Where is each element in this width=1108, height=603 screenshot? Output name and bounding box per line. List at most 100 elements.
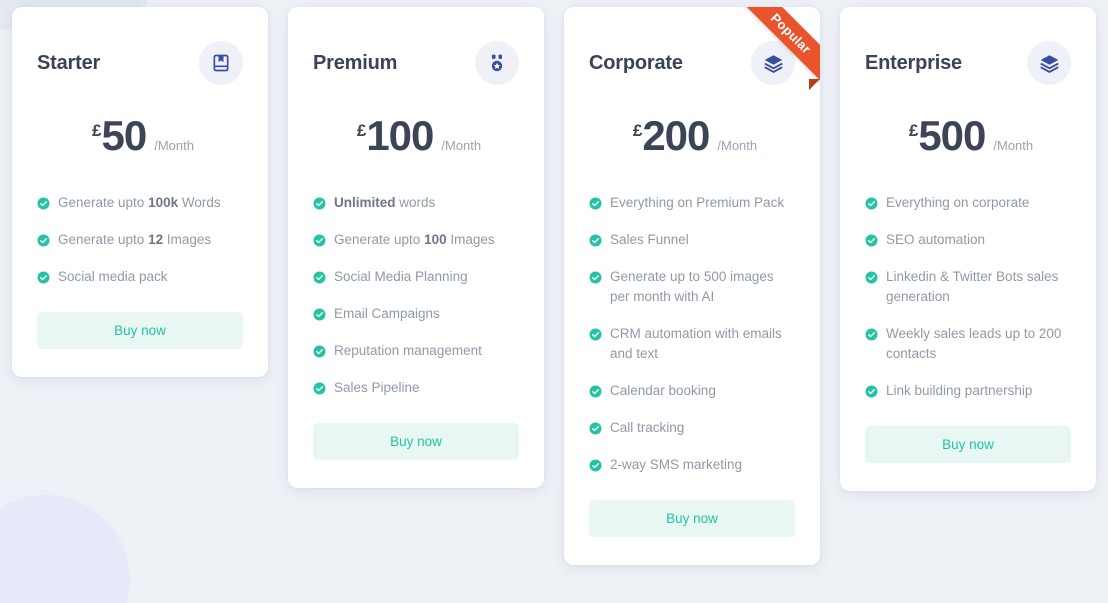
feature-item: Calendar booking bbox=[589, 381, 795, 401]
buy-now-button[interactable]: Buy now bbox=[865, 425, 1071, 463]
feature-item: Generate up to 500 images per month with… bbox=[589, 267, 795, 307]
check-circle-icon bbox=[865, 384, 878, 398]
feature-lead: Sales Funnel bbox=[610, 231, 689, 247]
feature-list: Everything on corporate SEO automation Lin… bbox=[865, 193, 1071, 401]
check-circle-icon bbox=[37, 233, 50, 247]
pricing-plans-row: Starter £50/Month Generate upto 100k Words… bbox=[0, 0, 1108, 603]
feature-lead: Calendar booking bbox=[610, 382, 716, 398]
check-circle-icon bbox=[313, 307, 326, 321]
buy-now-button[interactable]: Buy now bbox=[313, 422, 519, 460]
feature-text: Reputation management bbox=[334, 341, 482, 361]
price-period: /Month bbox=[993, 138, 1034, 153]
feature-text: Call tracking bbox=[610, 418, 684, 438]
card-header: Premium bbox=[313, 41, 519, 85]
check-circle-icon bbox=[589, 384, 602, 398]
price-row: £500/Month bbox=[865, 115, 1071, 157]
feature-lead: Everything on corporate bbox=[886, 195, 1030, 210]
price-row: £100/Month bbox=[313, 115, 519, 157]
feature-item: Everything on Premium Pack bbox=[589, 193, 795, 213]
feature-item: Generate upto 100k Words bbox=[37, 193, 243, 213]
layers-icon bbox=[1027, 41, 1071, 85]
pricing-card-starter: Starter £50/Month Generate upto 100k Words… bbox=[12, 7, 268, 377]
currency-symbol: £ bbox=[356, 121, 367, 140]
check-circle-icon bbox=[313, 381, 326, 395]
currency-symbol: £ bbox=[92, 121, 102, 140]
buy-now-button[interactable]: Buy now bbox=[589, 499, 795, 537]
feature-item: CRM automation with emails and text bbox=[589, 324, 795, 364]
price-row: £50/Month bbox=[37, 115, 243, 157]
feature-lead: Reputation management bbox=[334, 342, 482, 358]
feature-highlight: 12 bbox=[148, 231, 164, 247]
card-header: Starter bbox=[37, 41, 243, 85]
feature-tail: Images bbox=[163, 231, 212, 247]
feature-item: Generate upto 12 Images bbox=[37, 230, 243, 250]
feature-text: Everything on Premium Pack bbox=[610, 193, 784, 213]
check-circle-icon bbox=[37, 270, 50, 284]
feature-tail: Words bbox=[178, 195, 221, 210]
feature-text: Generate upto 100k Words bbox=[58, 193, 221, 213]
price-amount: 200 bbox=[642, 112, 710, 159]
price-period: /Month bbox=[154, 138, 194, 153]
pricing-card-premium: Premium £100/Month Unlimited words Generate… bbox=[288, 7, 544, 488]
currency-symbol: £ bbox=[908, 121, 919, 140]
feature-text: Sales Funnel bbox=[610, 230, 689, 250]
feature-item: Linkedin & Twitter Bots sales generation bbox=[865, 267, 1071, 307]
pricing-card-enterprise: Enterprise £500/Month Everything on corpor… bbox=[840, 7, 1096, 491]
feature-item: SEO automation bbox=[865, 230, 1071, 250]
feature-text: Everything on corporate bbox=[886, 193, 1029, 213]
feature-text: CRM automation with emails and text bbox=[610, 324, 795, 364]
price-row: £200/Month bbox=[589, 115, 795, 157]
feature-highlight: 100 bbox=[424, 231, 447, 247]
feature-text: Email Campaigns bbox=[334, 304, 440, 324]
price-amount: 100 bbox=[366, 112, 434, 159]
feature-item: Reputation management bbox=[313, 341, 519, 361]
feature-lead: Email Campaigns bbox=[334, 305, 440, 321]
feature-text: Linkedin & Twitter Bots sales generation bbox=[886, 267, 1071, 307]
feature-lead: Linkedin & Twitter Bots sales generation bbox=[886, 268, 1059, 304]
feature-text: Weekly sales leads up to 200 contacts bbox=[886, 324, 1071, 364]
check-circle-icon bbox=[313, 270, 326, 284]
plan-name: Corporate bbox=[589, 51, 683, 74]
feature-highlight: 100k bbox=[148, 195, 179, 210]
feature-text: Link building partnership bbox=[886, 381, 1032, 401]
check-circle-icon bbox=[313, 344, 326, 358]
price-period: /Month bbox=[717, 138, 758, 153]
check-circle-icon bbox=[37, 196, 50, 210]
check-circle-icon bbox=[865, 233, 878, 247]
feature-text: Sales Pipeline bbox=[334, 378, 420, 398]
popular-ribbon-tail bbox=[809, 79, 820, 90]
feature-lead: Social media pack bbox=[58, 268, 168, 284]
buy-now-button[interactable]: Buy now bbox=[37, 311, 243, 349]
check-circle-icon bbox=[865, 196, 878, 210]
card-header: Corporate bbox=[589, 41, 795, 85]
book-bookmark-icon bbox=[199, 41, 243, 85]
plan-name: Premium bbox=[313, 51, 398, 74]
price-period: /Month bbox=[441, 138, 482, 153]
feature-item: Email Campaigns bbox=[313, 304, 519, 324]
price-amount: 50 bbox=[101, 112, 148, 159]
check-circle-icon bbox=[589, 196, 602, 210]
check-circle-icon bbox=[589, 233, 602, 247]
feature-lead: Social Media Planning bbox=[334, 268, 468, 284]
feature-lead: Weekly sales leads up to 200 contacts bbox=[886, 325, 1062, 361]
feature-item: Sales Funnel bbox=[589, 230, 795, 250]
card-header: Enterprise bbox=[865, 41, 1071, 85]
feature-lead: Call tracking bbox=[610, 419, 685, 435]
check-circle-icon bbox=[589, 421, 602, 435]
feature-lead: Everything on Premium Pack bbox=[610, 195, 785, 210]
feature-lead: 2-way SMS marketing bbox=[610, 456, 743, 472]
medal-star-icon bbox=[475, 41, 519, 85]
feature-lead: Generate upto bbox=[58, 231, 149, 247]
plan-name: Starter bbox=[37, 51, 101, 74]
pricing-card-corporate: Popular Corporate £200/Month Everything on … bbox=[564, 7, 820, 565]
feature-item: Call tracking bbox=[589, 418, 795, 438]
check-circle-icon bbox=[589, 270, 602, 284]
feature-tail: words bbox=[395, 195, 436, 210]
feature-item: Everything on corporate bbox=[865, 193, 1071, 213]
feature-lead: Link building partnership bbox=[886, 382, 1033, 398]
feature-item: Social media pack bbox=[37, 267, 243, 287]
currency-symbol: £ bbox=[632, 121, 643, 140]
feature-item: Unlimited words bbox=[313, 193, 519, 213]
feature-text: Social Media Planning bbox=[334, 267, 468, 287]
feature-text: Social media pack bbox=[58, 267, 168, 287]
